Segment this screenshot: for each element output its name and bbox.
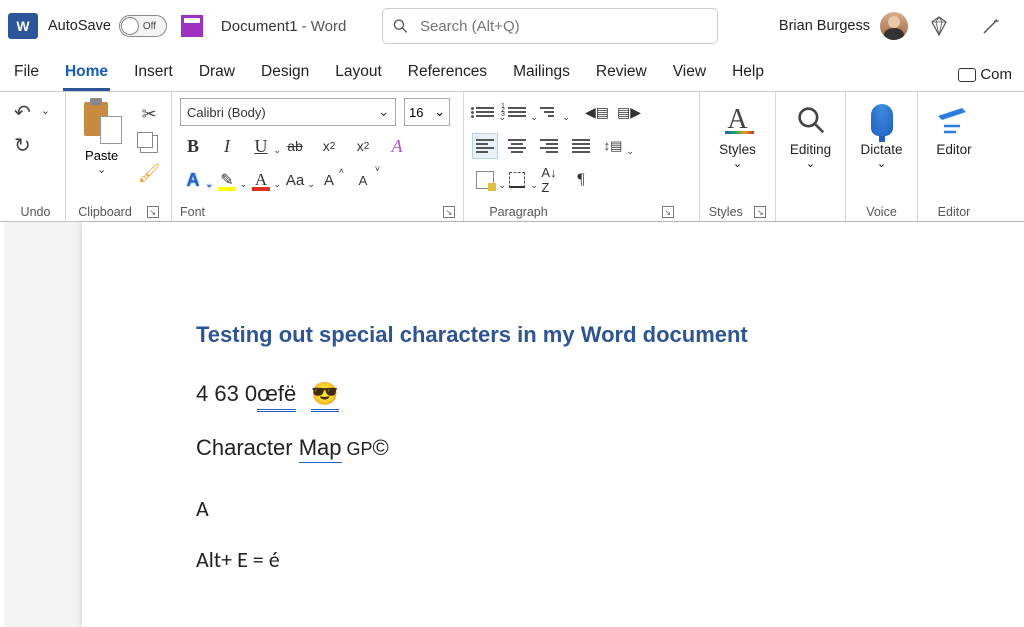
shrink-font-button[interactable]: A˅ [350, 167, 376, 193]
diamond-icon[interactable] [928, 15, 950, 37]
ribbon: ↶ ↻ Undo Paste ⌄ ✂ 🖌 Clipboard Calibri (… [0, 92, 1024, 222]
group-voice-label: Voice [854, 201, 909, 219]
format-painter-button[interactable]: 🖌 [138, 163, 161, 184]
increase-indent-button[interactable]: ▤▶ [616, 99, 642, 125]
comment-icon [958, 68, 976, 82]
tab-layout[interactable]: Layout [333, 55, 384, 91]
tab-review[interactable]: Review [594, 55, 649, 91]
styles-icon: A [727, 104, 747, 136]
save-icon[interactable] [181, 15, 203, 37]
doc-line-4[interactable]: Alt+ E = é [196, 546, 1024, 575]
search-input[interactable] [420, 18, 707, 35]
font-color-button[interactable]: A⌄ [248, 167, 274, 193]
doc-line-3[interactable]: A [196, 495, 1024, 524]
doc-line-1[interactable]: 4 63 0œfë 😎 [196, 380, 1024, 412]
doc-heading[interactable]: Testing out special characters in my Wor… [196, 322, 1024, 348]
emoji-icon: 😎 [311, 380, 338, 412]
autosave-label: AutoSave [48, 18, 111, 34]
shading-button[interactable]: ⌄ [472, 167, 498, 193]
tab-design[interactable]: Design [259, 55, 311, 91]
user-name[interactable]: Brian Burgess [779, 18, 870, 34]
tab-draw[interactable]: Draw [197, 55, 237, 91]
underline-button[interactable]: U⌄ [248, 133, 274, 159]
clear-formatting-button[interactable]: A [384, 133, 410, 159]
copy-button[interactable] [140, 135, 158, 153]
dictate-button[interactable]: Dictate ⌄ [854, 98, 909, 170]
numbering-button[interactable]: ⌄ [504, 99, 530, 125]
word-app-icon: W [8, 13, 38, 39]
document-title[interactable]: Document1 [221, 18, 298, 35]
bold-button[interactable]: B [180, 133, 206, 159]
title-bar: W AutoSave Off Document1 - Word Brian Bu… [0, 0, 1024, 52]
editor-button[interactable]: Editor [926, 98, 982, 157]
microphone-icon [871, 104, 893, 136]
group-font-label: Font [180, 205, 205, 219]
comments-button[interactable]: Com [958, 66, 1012, 91]
cut-button[interactable]: ✂ [142, 104, 157, 125]
borders-button[interactable]: ⌄ [504, 167, 530, 193]
ribbon-tabs: File Home Insert Draw Design Layout Refe… [0, 52, 1024, 92]
group-clipboard-label: Clipboard [78, 205, 132, 219]
font-name-select[interactable]: Calibri (Body)⌄ [180, 98, 396, 126]
tab-mailings[interactable]: Mailings [511, 55, 572, 91]
clipboard-launcher[interactable] [147, 206, 159, 218]
doc-line-2[interactable]: Character Map GP© [196, 434, 1024, 464]
search-icon [393, 18, 408, 34]
strikethrough-button[interactable]: ab [282, 133, 308, 159]
show-marks-button[interactable]: ¶ [568, 167, 594, 193]
search-box[interactable] [382, 8, 718, 44]
tab-view[interactable]: View [671, 55, 708, 91]
italic-button[interactable]: I [214, 133, 240, 159]
line-spacing-button[interactable]: ↕▤⌄ [600, 133, 626, 159]
editor-icon [936, 100, 972, 140]
bullets-button[interactable]: ⌄ [472, 99, 498, 125]
multilevel-button[interactable]: ⌄ [536, 99, 562, 125]
tab-file[interactable]: File [12, 55, 41, 91]
avatar[interactable] [880, 12, 908, 40]
paste-button[interactable]: Paste ⌄ [74, 98, 129, 176]
paste-icon [82, 98, 122, 146]
align-justify-button[interactable] [568, 133, 594, 159]
align-right-button[interactable] [536, 133, 562, 159]
superscript-button[interactable]: x2 [350, 133, 376, 159]
group-undo-label: Undo [14, 201, 57, 219]
styles-launcher[interactable] [754, 206, 766, 218]
grow-font-button[interactable]: A˄ [316, 167, 342, 193]
font-size-select[interactable]: 16⌄ [404, 98, 450, 126]
group-editor-label: Editor [926, 201, 982, 219]
group-styles-label: Styles [709, 205, 743, 219]
editing-button[interactable]: Editing ⌄ [784, 98, 837, 170]
tab-help[interactable]: Help [730, 55, 766, 91]
decrease-indent-button[interactable]: ◀▤ [584, 99, 610, 125]
undo-button[interactable]: ↶ [14, 100, 42, 125]
styles-button[interactable]: A Styles ⌄ [708, 98, 767, 170]
app-name: - Word [302, 18, 347, 35]
document-page[interactable]: Testing out special characters in my Wor… [82, 222, 1024, 627]
tab-home[interactable]: Home [63, 55, 110, 91]
group-paragraph-label: Paragraph [489, 205, 547, 219]
document-canvas: Testing out special characters in my Wor… [4, 222, 1024, 627]
search-find-icon [797, 100, 825, 140]
autosave-toggle[interactable]: Off [119, 15, 167, 37]
wand-icon[interactable] [980, 15, 1002, 37]
change-case-button[interactable]: Aa⌄ [282, 167, 308, 193]
tab-references[interactable]: References [406, 55, 489, 91]
redo-button[interactable]: ↻ [14, 133, 42, 158]
text-effects-button[interactable]: A⌄ [180, 167, 206, 193]
align-center-button[interactable] [504, 133, 530, 159]
align-left-button[interactable] [472, 133, 498, 159]
tab-insert[interactable]: Insert [132, 55, 175, 91]
highlight-button[interactable]: ✎⌄ [214, 167, 240, 193]
font-launcher[interactable] [443, 206, 455, 218]
sort-button[interactable]: A↓Z [536, 167, 562, 193]
subscript-button[interactable]: x2 [316, 133, 342, 159]
paragraph-launcher[interactable] [662, 206, 674, 218]
